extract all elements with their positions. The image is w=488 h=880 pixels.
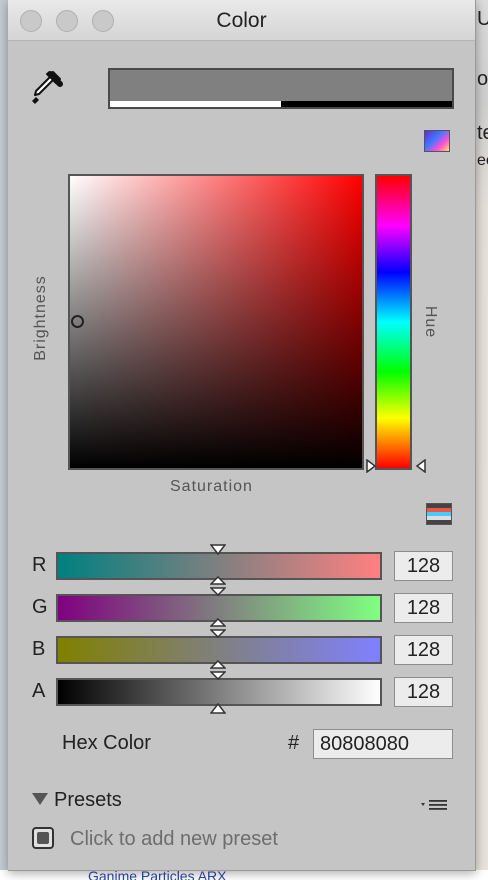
alpha-bar: [110, 101, 452, 107]
slider-mode-icon[interactable]: [426, 503, 452, 525]
background-text: U: [477, 8, 488, 30]
sv-cursor[interactable]: [71, 315, 84, 328]
hue-slider[interactable]: [375, 174, 412, 470]
hex-prefix: #: [288, 732, 300, 754]
current-color-swatch: [108, 68, 454, 109]
rg-marker-icon[interactable]: [210, 576, 226, 596]
alpha-value-field[interactable]: 128: [394, 677, 453, 707]
color-mode-icon[interactable]: [424, 130, 450, 152]
window-title: Color: [216, 9, 267, 32]
add-preset-icon[interactable]: [32, 827, 54, 849]
presets-toggle[interactable]: Presets: [32, 789, 122, 812]
background-text: ec: [477, 152, 488, 169]
presets-label: Presets: [54, 789, 122, 811]
preset-menu-icon[interactable]: [420, 797, 450, 811]
background-panel: U ot te ec: [475, 0, 488, 880]
background-text: ot: [477, 68, 488, 90]
hue-label: Hue: [422, 305, 439, 339]
channel-label-g: G: [32, 596, 48, 618]
alpha-marker-icon[interactable]: [210, 702, 226, 714]
hex-color-label: Hex Color: [62, 732, 151, 754]
brightness-label: Brightness: [32, 275, 49, 361]
titlebar[interactable]: Color: [8, 0, 475, 41]
red-value-field[interactable]: 128: [394, 551, 453, 581]
gb-marker-icon[interactable]: [210, 618, 226, 638]
background-text: te: [477, 122, 488, 144]
eyedropper-icon[interactable]: [28, 68, 64, 108]
channel-label-a: A: [32, 680, 46, 702]
background-footer: Ganime Particles ARX: [0, 870, 488, 880]
disclosure-triangle-icon: [32, 793, 48, 805]
red-marker-icon[interactable]: [210, 544, 226, 556]
saturation-label: Saturation: [170, 478, 253, 495]
blue-value-field[interactable]: 128: [394, 635, 453, 665]
channel-label-r: R: [32, 554, 47, 576]
hue-arrows-icon[interactable]: [366, 459, 426, 473]
saturation-brightness-picker[interactable]: [68, 174, 364, 470]
add-preset-hint[interactable]: Click to add new preset: [70, 828, 278, 851]
ba-marker-icon[interactable]: [210, 660, 226, 680]
hex-color-field[interactable]: 80808080: [313, 729, 453, 759]
background-link[interactable]: Ganime Particles ARX: [88, 870, 227, 880]
color-window: Color Brightness Saturation Hue R 128 G …: [8, 0, 476, 871]
channel-label-b: B: [32, 638, 46, 660]
green-value-field[interactable]: 128: [394, 593, 453, 623]
